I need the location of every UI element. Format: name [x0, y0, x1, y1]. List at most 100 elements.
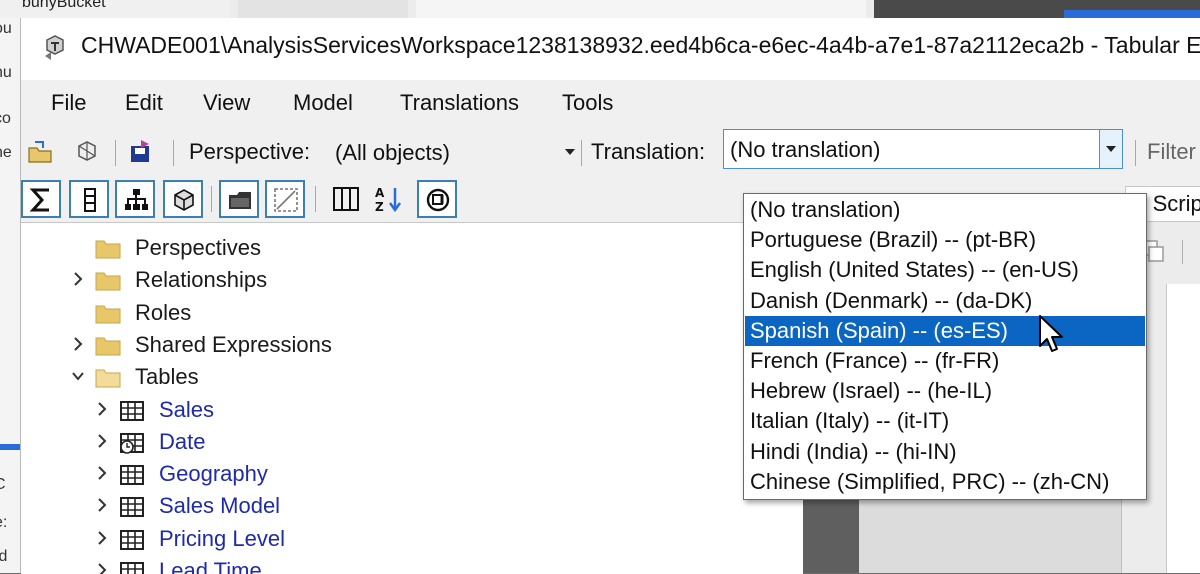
svg-text:Z: Z [375, 200, 384, 214]
tree-item[interactable]: Relationships [21, 265, 781, 295]
perspective-label: Perspective: [189, 139, 311, 164]
tree-item-label: Perspectives [135, 235, 261, 260]
background-fragment: Id [0, 548, 8, 565]
svg-text:A: A [375, 186, 385, 200]
show-hierarchies-button[interactable] [115, 180, 155, 218]
chevron-right-icon[interactable] [71, 270, 85, 288]
show-metadata-button[interactable] [417, 180, 457, 218]
chevron-right-icon[interactable] [95, 496, 109, 514]
translation-option[interactable]: Italian (Italy) -- (it-IT) [745, 406, 1145, 436]
chevron-right-icon[interactable] [95, 464, 109, 482]
translation-combobox[interactable]: (No translation) [723, 129, 1123, 169]
background-fragment: nu [0, 64, 12, 81]
menu-tools[interactable]: Tools [562, 90, 613, 116]
table-icon [120, 497, 144, 518]
table-icon [120, 400, 144, 421]
tree-item[interactable]: Geography [21, 459, 781, 489]
sigma-icon [29, 188, 49, 212]
title-bar[interactable]: CHWADE001\AnalysisServicesWorkspace12381… [21, 18, 1200, 80]
tree-item-label: Sales [159, 396, 215, 422]
folder-open-icon [95, 369, 121, 388]
tree-item[interactable]: Roles [21, 298, 781, 328]
chevron-down-icon [565, 149, 575, 155]
tree-item[interactable]: Sales Model [21, 491, 781, 521]
menu-edit[interactable]: Edit [125, 90, 163, 116]
perspective-select[interactable]: (All objects) [327, 139, 575, 169]
tree-item[interactable]: Date [21, 427, 781, 457]
show-column-icon-button[interactable] [331, 184, 361, 214]
background-fragment: ou [0, 20, 12, 37]
translation-option[interactable]: French (France) -- (fr-FR) [745, 346, 1145, 376]
show-measures-button[interactable] [21, 180, 61, 218]
tree-item-label: Geography [159, 461, 268, 487]
chevron-right-icon[interactable] [95, 400, 109, 418]
tree-item[interactable]: Shared Expressions [21, 330, 781, 360]
translation-option[interactable]: English (United States) -- (en-US) [745, 255, 1145, 285]
translation-option[interactable]: (No translation) [745, 195, 1145, 225]
tree-item-label: Sales Model [159, 493, 281, 519]
table-icon [120, 465, 144, 486]
hierarchy-icon [125, 189, 148, 210]
tree-item[interactable]: Perspectives [21, 233, 781, 263]
show-columns-button[interactable] [69, 180, 109, 218]
translation-dropdown-list[interactable]: (No translation) Portuguese (Brazil) -- (… [743, 193, 1147, 500]
translation-option[interactable]: Portuguese (Brazil) -- (pt-BR) [745, 225, 1145, 255]
mouse-cursor-icon [1039, 315, 1063, 352]
translation-option[interactable]: Hebrew (Israel) -- (he-IL) [745, 376, 1145, 406]
cube-icon [174, 189, 194, 211]
background-left-strip: ou nu co ne C e: Id [0, 18, 20, 573]
chevron-down-icon [1106, 146, 1116, 152]
background-fragment: co [0, 110, 11, 127]
column-icon [84, 188, 96, 212]
open-folder-icon[interactable] [27, 138, 55, 166]
show-display-folders-button[interactable] [219, 180, 259, 218]
chevron-right-icon[interactable] [71, 335, 85, 353]
columns-icon [333, 187, 359, 211]
script-editor-area[interactable] [1166, 284, 1200, 573]
show-hidden-button[interactable] [265, 180, 305, 218]
tabular-editor-app-icon [45, 35, 64, 60]
translation-dropdown-button[interactable] [1099, 130, 1122, 168]
chevron-right-icon[interactable] [95, 529, 109, 547]
translation-value: (No translation) [730, 137, 881, 162]
translation-option[interactable]: Spanish (Spain) -- (es-ES) [745, 315, 1145, 346]
save-to-database-icon[interactable] [127, 138, 155, 166]
window-title: CHWADE001\AnalysisServicesWorkspace12381… [81, 32, 1200, 58]
background-fragment: C [0, 476, 6, 494]
chevron-down-icon[interactable] [71, 367, 85, 385]
tabular-editor-window: CHWADE001\AnalysisServicesWorkspace12381… [20, 18, 1200, 574]
chevron-right-icon[interactable] [95, 561, 109, 574]
translation-option[interactable]: Hindi (India) -- (hi-IN) [745, 437, 1145, 467]
translation-option[interactable]: Danish (Denmark) -- (da-DK) [745, 286, 1145, 316]
tree-item-label: Date [159, 428, 206, 454]
deploy-icon[interactable] [73, 138, 101, 166]
tree-item[interactable]: Sales [21, 395, 781, 425]
perspective-value: (All objects) [335, 140, 450, 165]
tree-item-label: Pricing Level [159, 525, 285, 551]
folder-icon [95, 305, 121, 324]
show-partitions-button[interactable] [163, 180, 203, 218]
tree-item-label: Lead Time [159, 558, 262, 574]
tree-item-label: Tables [135, 364, 199, 390]
tree-item-label: Relationships [135, 267, 268, 293]
folder-icon [95, 337, 121, 356]
menu-view[interactable]: View [203, 90, 250, 116]
folder-icon [229, 192, 251, 209]
menu-model[interactable]: Model [293, 90, 353, 116]
tree-item-label: Shared Expressions [135, 331, 332, 357]
tree-item[interactable]: Pricing Level [21, 524, 781, 554]
model-tree-view[interactable]: Perspectives Relationships Roles Shared Exp… [21, 222, 803, 574]
chevron-right-icon[interactable] [95, 432, 109, 450]
table-icon [120, 562, 144, 574]
sort-az-icon: A Z [375, 186, 402, 214]
folder-icon [95, 272, 121, 291]
metadata-icon [426, 188, 450, 212]
background-fragment: ne [0, 144, 12, 161]
tree-item[interactable]: Lead Time [21, 556, 781, 574]
menu-file[interactable]: File [51, 90, 86, 116]
menu-translations[interactable]: Translations [400, 90, 519, 116]
calendar-table-icon [120, 432, 144, 454]
tree-item[interactable]: Tables [21, 362, 781, 392]
sort-alphabetically-button[interactable]: A Z [373, 184, 403, 214]
translation-option[interactable]: Chinese (Simplified, PRC) -- (zh-CN) [745, 467, 1145, 497]
